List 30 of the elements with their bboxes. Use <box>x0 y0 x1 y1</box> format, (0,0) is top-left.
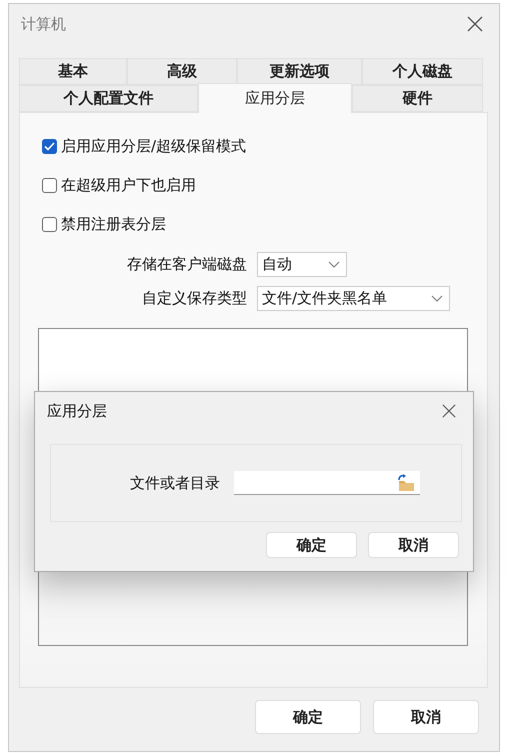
checkbox-label: 禁用注册表分层 <box>61 215 166 234</box>
checkbox[interactable] <box>42 217 57 232</box>
path-field[interactable] <box>234 471 420 495</box>
dropdown-label: 存储在客户端磁盘 <box>126 255 247 274</box>
checkbox-label: 启用应用分层/超级保留模式 <box>61 137 246 156</box>
checkbox[interactable] <box>42 139 57 154</box>
dialog-button[interactable]: 取消 <box>373 700 479 734</box>
checkbox[interactable] <box>42 178 57 193</box>
folder-icon[interactable] <box>396 474 416 492</box>
tab[interactable]: 更新选项 <box>237 58 362 85</box>
tab[interactable]: 个人磁盘 <box>362 58 483 85</box>
dropdown[interactable]: 文件/文件夹黑名单 <box>257 286 450 311</box>
tab[interactable]: 个人配置文件 <box>19 85 198 112</box>
caret-icon <box>328 261 340 268</box>
dialog-title: 应用分层 <box>47 402 107 420</box>
close-icon <box>467 16 483 32</box>
dialog-button[interactable]: 确定 <box>266 532 357 558</box>
caret-icon <box>431 295 443 302</box>
tab[interactable]: 高级 <box>127 58 237 85</box>
close-icon <box>442 404 456 418</box>
checkbox-label: 在超级用户下也启用 <box>61 176 196 195</box>
tab[interactable]: 硬件 <box>352 85 483 112</box>
tab[interactable]: 基本 <box>19 58 127 85</box>
dropdown[interactable]: 自动 <box>257 252 347 277</box>
window-title: 计算机 <box>21 14 66 34</box>
dialog-button[interactable]: 确定 <box>255 700 361 734</box>
tab[interactable]: 应用分层 <box>198 83 352 113</box>
field-label: 文件或者目录 <box>130 474 220 492</box>
dropdown-label: 自定义保存类型 <box>141 289 247 308</box>
dialog-button[interactable]: 取消 <box>368 532 459 558</box>
